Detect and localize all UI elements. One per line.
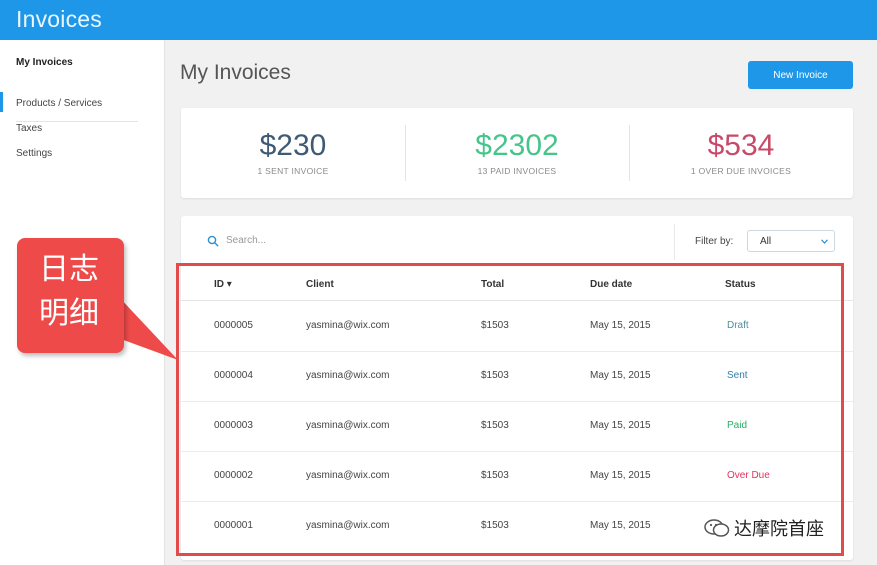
cell-id: 0000001 xyxy=(214,520,253,531)
cell-client: yasmina@wix.com xyxy=(306,470,390,481)
search-bar xyxy=(207,234,428,247)
watermark-text: 达摩院首座 xyxy=(734,519,824,540)
cell-total: $1503 xyxy=(481,420,509,431)
cell-status: Paid xyxy=(727,420,748,431)
cell-due-date: May 15, 2015 xyxy=(590,320,651,331)
cell-due-date: May 15, 2015 xyxy=(590,420,651,431)
table-row[interactable]: 0000002 yasmina@wix.com $1503 May 15, 20… xyxy=(181,451,853,502)
filter-separator xyxy=(674,224,675,260)
wechat-icon xyxy=(704,519,730,537)
filter-select[interactable]: All xyxy=(747,230,835,252)
watermark: 达摩院首座 xyxy=(704,515,824,541)
invoices-table-card: Filter by: All ID ▾ Client Total Due dat… xyxy=(181,216,853,560)
stats-card: $230 1 SENT INVOICE $2302 13 PAID INVOIC… xyxy=(181,108,853,198)
filter-label: Filter by: xyxy=(695,236,734,247)
annotation-line-1: 日志 xyxy=(39,253,99,286)
stat-sent-amount: $230 xyxy=(259,129,327,162)
column-header-id[interactable]: ID ▾ xyxy=(214,279,232,290)
cell-id: 0000002 xyxy=(214,470,253,481)
stat-overdue-label: 1 OVER DUE INVOICES xyxy=(690,166,792,176)
cell-status: Over Due xyxy=(727,470,770,481)
page-title: My Invoices xyxy=(180,61,291,84)
table-row[interactable]: 0000005 yasmina@wix.com $1503 May 15, 20… xyxy=(181,301,853,352)
stat-sent: $230 1 SENT INVOICE xyxy=(181,108,405,198)
sidebar-item-settings[interactable]: Settings xyxy=(16,148,52,159)
cell-client: yasmina@wix.com xyxy=(306,320,390,331)
sidebar-item-taxes[interactable]: Taxes xyxy=(16,123,42,134)
cell-client: yasmina@wix.com xyxy=(306,520,390,531)
top-bar: Invoices xyxy=(0,0,877,40)
cell-id: 0000004 xyxy=(214,370,253,381)
sidebar-active-indicator xyxy=(0,92,3,112)
cell-id: 0000003 xyxy=(214,420,253,431)
sidebar-divider xyxy=(16,121,138,122)
chevron-down-icon xyxy=(821,238,828,244)
cell-total: $1503 xyxy=(481,520,509,531)
table-row[interactable]: 0000003 yasmina@wix.com $1503 May 15, 20… xyxy=(181,401,853,452)
cell-client: yasmina@wix.com xyxy=(306,420,390,431)
annotation-callout: 日志 明细 xyxy=(17,238,124,353)
cell-total: $1503 xyxy=(481,320,509,331)
callout-pointer xyxy=(118,296,178,360)
search-input[interactable] xyxy=(224,234,428,247)
cell-due-date: May 15, 2015 xyxy=(590,370,651,381)
column-header-due-date[interactable]: Due date xyxy=(590,279,632,290)
search-icon xyxy=(207,235,219,247)
cell-client: yasmina@wix.com xyxy=(306,370,390,381)
annotation-text: 日志 明细 xyxy=(39,248,119,336)
sidebar-item-my-invoices[interactable]: My Invoices xyxy=(16,57,73,68)
column-header-client[interactable]: Client xyxy=(306,279,334,290)
table-row[interactable]: 0000004 yasmina@wix.com $1503 May 15, 20… xyxy=(181,351,853,402)
cell-id: 0000005 xyxy=(214,320,253,331)
stat-paid: $2302 13 PAID INVOICES xyxy=(405,108,629,198)
stat-paid-label: 13 PAID INVOICES xyxy=(477,166,557,176)
cell-total: $1503 xyxy=(481,370,509,381)
cell-due-date: May 15, 2015 xyxy=(590,470,651,481)
annotation-line-2: 明细 xyxy=(39,297,99,330)
cell-status: Sent xyxy=(727,370,748,381)
cell-due-date: May 15, 2015 xyxy=(590,520,651,531)
table-header: ID ▾ Client Total Due date Status xyxy=(181,270,853,301)
filter-select-value: All xyxy=(760,235,772,247)
stat-sent-label: 1 SENT INVOICE xyxy=(257,166,329,176)
stat-overdue-amount: $534 xyxy=(707,129,775,162)
app-title: Invoices xyxy=(16,6,102,32)
sidebar-item-products-services[interactable]: Products / Services xyxy=(16,98,102,109)
stat-paid-amount: $2302 xyxy=(475,129,559,162)
new-invoice-button[interactable]: New Invoice xyxy=(748,61,853,89)
cell-total: $1503 xyxy=(481,470,509,481)
column-header-total[interactable]: Total xyxy=(481,279,504,290)
stat-overdue: $534 1 OVER DUE INVOICES xyxy=(629,108,853,198)
column-header-status[interactable]: Status xyxy=(725,279,756,290)
cell-status: Draft xyxy=(727,320,749,331)
